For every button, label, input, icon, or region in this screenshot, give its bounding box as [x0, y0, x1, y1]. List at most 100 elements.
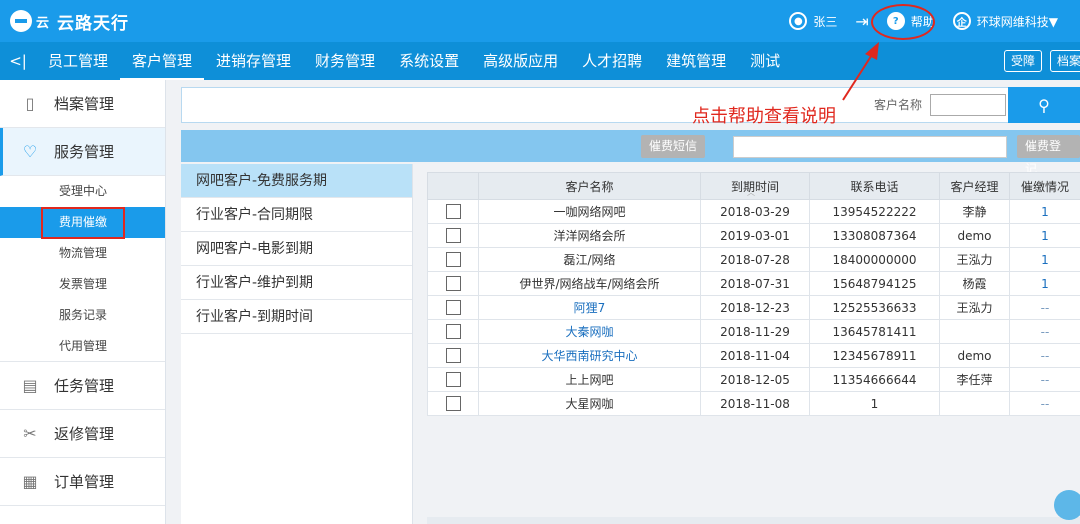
due-date-cell: 2018-07-31 [700, 271, 810, 296]
customer-name-input[interactable] [930, 94, 1006, 116]
customer-name-cell[interactable]: 阿狸7 [478, 295, 701, 320]
status-cell[interactable]: -- [1009, 343, 1080, 368]
sidebar-item-service[interactable]: ♡ 服务管理 [0, 128, 165, 176]
row-checkbox[interactable] [445, 228, 461, 243]
nav-item-customer[interactable]: 客户管理 [120, 42, 205, 80]
row-checkbox[interactable] [445, 252, 461, 267]
logout-button[interactable]: ⇥ [855, 12, 868, 31]
sidebar-sub-service-record[interactable]: 服务记录 [0, 300, 165, 331]
logo-text: 云路天行 [57, 13, 130, 34]
sidebar-sub-accept[interactable]: 受理中心 [0, 176, 165, 207]
sidebar: ▯ 档案管理 ♡ 服务管理 受理中心 费用催缴 物流管理 发票管理 服务记录 代… [0, 80, 166, 524]
due-date-cell: 2018-11-08 [700, 391, 810, 416]
table-row[interactable]: 大华西南研究中心 2018-11-04 12345678911 demo -- [427, 343, 1080, 368]
table-row[interactable]: 洋洋网络会所 2019-03-01 13308087364 demo 1 [427, 223, 1080, 248]
status-cell[interactable]: -- [1009, 391, 1080, 416]
status-cell[interactable]: 1 [1009, 199, 1080, 224]
status-cell[interactable]: 1 [1009, 247, 1080, 272]
category-item[interactable]: 行业客户-到期时间 [181, 300, 412, 334]
table-row[interactable]: 大星网咖 2018-11-08 1 -- [427, 391, 1080, 416]
nav-item-advanced[interactable]: 高级版应用 [471, 42, 570, 80]
fee-register-button[interactable]: 催费登记 [1017, 135, 1080, 176]
status-cell[interactable]: 1 [1009, 271, 1080, 296]
table-row[interactable]: 大秦网咖 2018-11-29 13645781411 -- [427, 319, 1080, 344]
sidebar-item-label: 返修管理 [54, 425, 115, 443]
sidebar-item-label: 任务管理 [54, 377, 115, 395]
table-row[interactable]: 阿狸7 2018-12-23 12525536633 王泓力 -- [427, 295, 1080, 320]
customer-name-cell: 一咖网络网吧 [478, 199, 701, 224]
category-item[interactable]: 网吧客户-电影到期 [181, 232, 412, 266]
table-row[interactable]: 伊世界/网络战车/网络会所 2018-07-31 15648794125 杨霞 1 [427, 271, 1080, 296]
table-row[interactable]: 上上网吧 2018-12-05 11354666644 李任萍 -- [427, 367, 1080, 392]
due-date-cell: 2018-03-29 [700, 199, 810, 224]
row-checkbox[interactable] [445, 324, 461, 339]
row-checkbox[interactable] [445, 276, 461, 291]
column-header-phone[interactable]: 联系电话 [809, 172, 940, 200]
status-cell[interactable]: -- [1009, 295, 1080, 320]
column-header-manager[interactable]: 客户经理 [939, 172, 1010, 200]
sidebar-sub-invoice[interactable]: 发票管理 [0, 269, 165, 300]
row-checkbox[interactable] [445, 372, 461, 387]
nav-item-building[interactable]: 建筑管理 [654, 42, 738, 80]
table-footer-bar [427, 517, 1080, 524]
nav-item-recruit[interactable]: 人才招聘 [570, 42, 654, 80]
status-cell[interactable]: 1 [1009, 223, 1080, 248]
row-checkbox[interactable] [445, 204, 461, 219]
row-checkbox[interactable] [445, 396, 461, 411]
clipboard-icon: ▤ [22, 376, 38, 395]
category-item[interactable]: 行业客户-合同期限 [181, 198, 412, 232]
archive-button[interactable]: 档案 [1049, 50, 1080, 72]
sidebar-item-archive[interactable]: ▯ 档案管理 [0, 80, 165, 128]
customer-name-cell: 磊江/网络 [478, 247, 701, 272]
logo-sub: 云 [36, 15, 50, 31]
fault-button[interactable]: 受障 [1003, 50, 1042, 72]
manager-cell: 王泓力 [939, 247, 1010, 272]
company-menu[interactable]: 企 环球网维科技▼ [952, 12, 1058, 30]
row-checkbox[interactable] [445, 300, 461, 315]
main-nav: <| 员工管理 客户管理 进销存管理 财务管理 系统设置 高级版应用 人才招聘 … [0, 42, 1080, 80]
action-input[interactable] [733, 136, 1007, 158]
status-cell[interactable]: -- [1009, 319, 1080, 344]
tools-icon: ✂ [23, 424, 37, 443]
app-logo[interactable]: 云 云路天行 [10, 8, 129, 34]
search-button[interactable]: ⚲ [1008, 87, 1080, 123]
category-item[interactable]: 行业客户-维护到期 [181, 266, 412, 300]
table-row[interactable]: 一咖网络网吧 2018-03-29 13954522222 李静 1 [427, 199, 1080, 224]
user-name: 张三 [813, 14, 838, 29]
column-header-select [427, 172, 479, 200]
logout-icon: ⇥ [855, 11, 869, 31]
table-header-row: 客户名称 到期时间 ︿﹀ 联系电话 客户经理 催缴情况 [427, 172, 1080, 200]
sidebar-item-repair[interactable]: ✂ 返修管理 [0, 410, 165, 458]
user-menu[interactable]: ● 张三 [789, 12, 837, 30]
due-date-cell: 2018-12-05 [700, 367, 810, 392]
annotation-arrow [842, 42, 879, 101]
nav-collapse-button[interactable]: <| [0, 52, 36, 70]
customer-name-cell: 上上网吧 [478, 367, 701, 392]
table-row[interactable]: 磊江/网络 2018-07-28 18400000000 王泓力 1 [427, 247, 1080, 272]
column-header-name[interactable]: 客户名称 [478, 172, 701, 200]
nav-item-finance[interactable]: 财务管理 [303, 42, 387, 80]
sidebar-sub-logistics[interactable]: 物流管理 [0, 238, 165, 269]
search-bar: 客户名称 ⚲ [181, 87, 1080, 123]
customer-name-cell[interactable]: 大华西南研究中心 [478, 343, 701, 368]
nav-item-test[interactable]: 测试 [738, 42, 792, 80]
column-header-date[interactable]: 到期时间 ︿﹀ [700, 172, 810, 200]
row-checkbox[interactable] [445, 348, 461, 363]
column-header-status[interactable]: 催缴情况 [1009, 172, 1080, 200]
sidebar-item-order[interactable]: ▦ 订单管理 [0, 458, 165, 506]
floating-action-icon[interactable] [1054, 490, 1080, 520]
sort-icon: ︿﹀ [747, 188, 763, 197]
sidebar-item-task[interactable]: ▤ 任务管理 [0, 362, 165, 410]
status-cell[interactable]: -- [1009, 367, 1080, 392]
nav-item-settings[interactable]: 系统设置 [387, 42, 471, 80]
due-date-cell: 2018-11-04 [700, 343, 810, 368]
nav-item-inventory[interactable]: 进销存管理 [204, 42, 303, 80]
category-item[interactable]: 网吧客户-免费服务期 [181, 164, 412, 198]
fee-sms-button[interactable]: 催费短信 [641, 135, 706, 158]
phone-cell: 13308087364 [809, 223, 940, 248]
due-date-cell: 2018-11-29 [700, 319, 810, 344]
sidebar-sub-proxy[interactable]: 代用管理 [0, 331, 165, 362]
customer-name-cell[interactable]: 大秦网咖 [478, 319, 701, 344]
manager-cell: 杨霞 [939, 271, 1010, 296]
nav-item-employee[interactable]: 员工管理 [36, 42, 120, 80]
